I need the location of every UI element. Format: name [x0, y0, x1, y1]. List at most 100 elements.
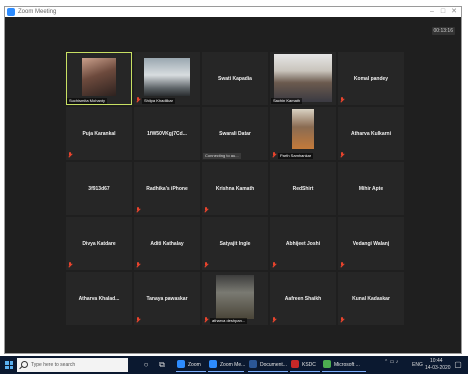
participant-video: [216, 275, 254, 319]
participant-tile[interactable]: Abhijeet Joshi: [270, 217, 336, 270]
muted-mic-icon: [204, 207, 208, 213]
participant-tile[interactable]: 3f913d67: [66, 162, 132, 215]
participant-tile[interactable]: Atharva Khalad...: [66, 272, 132, 325]
windows-start-icon[interactable]: [5, 361, 13, 369]
participant-name: Swarali Datar: [219, 130, 251, 137]
participant-name: Tanaya pawaskar: [146, 295, 188, 302]
participant-name: Atharva Khalad...: [78, 295, 120, 302]
participant-name: Satyajit Ingle: [219, 240, 251, 247]
app-icon: [291, 360, 299, 368]
app-icon: [177, 360, 185, 368]
taskbar-app-label: Document...: [260, 362, 287, 368]
participant-name: Puja Karankal: [82, 130, 116, 137]
maximize-button[interactable]: □: [438, 7, 448, 16]
muted-mic-icon: [136, 262, 140, 268]
participant-tile[interactable]: Sachin Kamath: [270, 52, 336, 105]
muted-mic-icon: [340, 152, 344, 158]
notification-icon[interactable]: ▢: [452, 359, 464, 371]
participant-tile[interactable]: 1fW50VKgj7Cd...: [134, 107, 200, 160]
participant-name: Aditi Kathalay: [150, 240, 184, 247]
muted-mic-icon: [68, 152, 72, 158]
participant-tile[interactable]: Shilpa Khadilkar: [134, 52, 200, 105]
participant-tile[interactable]: Atharva Kulkarni: [338, 107, 404, 160]
zoom-logo-icon: [7, 8, 15, 16]
participant-tile[interactable]: Satyajit Ingle: [202, 217, 268, 270]
search-icon: [21, 361, 28, 368]
participant-name: RedShirt: [292, 185, 314, 192]
meeting-timer: 00:13:16: [431, 27, 455, 35]
muted-mic-icon: [272, 317, 276, 323]
participant-tile[interactable]: Aditi Kathalay: [134, 217, 200, 270]
language-indicator[interactable]: ENG: [412, 362, 423, 368]
muted-mic-icon: [340, 97, 344, 103]
participant-name: 3f913d67: [88, 185, 110, 192]
taskbar-app-label: Microsoft ...: [334, 362, 360, 368]
participant-tile[interactable]: Radhika's iPhone: [134, 162, 200, 215]
participant-name: Mihir Apte: [358, 185, 384, 192]
window-title: Zoom Meeting: [18, 9, 57, 15]
participant-tile[interactable]: Puja Karankal: [66, 107, 132, 160]
tray-icons[interactable]: ⌃ ▭ ♪: [384, 359, 398, 365]
participant-gallery: Suchismita Mohanty Shilpa Khadilkar Swati …: [66, 52, 406, 326]
participant-tile[interactable]: Swarali Datar Connecting to au...: [202, 107, 268, 160]
participant-name: Krishna Kamath: [215, 185, 255, 192]
minimize-button[interactable]: –: [427, 7, 437, 16]
participant-name-label: atharva deshpan...: [210, 318, 248, 324]
participant-name-label: Sachin Kamath: [271, 98, 303, 104]
clock-time[interactable]: 10:44: [430, 358, 443, 364]
taskbar-app-label: Zoom: [188, 362, 201, 368]
participant-name: Komal pandey: [353, 75, 389, 82]
participant-name-label: Parth Samhankar: [278, 153, 314, 159]
participant-tile[interactable]: Krishna Kamath: [202, 162, 268, 215]
participant-video: [144, 58, 190, 96]
muted-mic-icon: [272, 262, 276, 268]
search-placeholder: Type here to search: [31, 362, 76, 368]
muted-mic-icon: [204, 317, 208, 323]
participant-name: Aafreen Shaikh: [284, 295, 322, 302]
taskbar-app[interactable]: Zoom: [176, 358, 206, 372]
participant-video: [82, 58, 116, 96]
participant-tile[interactable]: Tanaya pawaskar: [134, 272, 200, 325]
participant-video: [292, 109, 314, 149]
participant-name: Abhijeet Joshi: [285, 240, 321, 247]
taskbar-app[interactable]: Microsoft ...: [322, 358, 366, 372]
participant-tile[interactable]: Mihir Apte: [338, 162, 404, 215]
participant-tile[interactable]: Suchismita Mohanty: [66, 52, 132, 105]
muted-mic-icon: [204, 262, 208, 268]
task-view-icon[interactable]: ⧉: [156, 359, 168, 371]
participant-name: Atharva Kulkarni: [350, 130, 391, 137]
taskbar-app[interactable]: Zoom Me...: [208, 358, 246, 372]
participant-name: Swati Kapadia: [218, 75, 252, 82]
close-button[interactable]: ✕: [449, 7, 459, 16]
participant-tile[interactable]: Kunal Kadaskar: [338, 272, 404, 325]
app-icon: [323, 360, 331, 368]
participant-name: Divya Katdare: [82, 240, 116, 247]
taskbar-app[interactable]: KSDC: [290, 358, 320, 372]
muted-mic-icon: [136, 97, 140, 103]
participant-tile[interactable]: atharva deshpan...: [202, 272, 268, 325]
participant-name: 1fW50VKgj7Cd...: [147, 130, 187, 137]
muted-mic-icon: [340, 317, 344, 323]
taskbar-app[interactable]: Document...: [248, 358, 288, 372]
participant-tile[interactable]: Vedangi Walanj: [338, 217, 404, 270]
participant-tile[interactable]: Parth Samhankar: [270, 107, 336, 160]
participant-video: [274, 54, 332, 102]
participant-tile[interactable]: RedShirt: [270, 162, 336, 215]
participant-name-label: Suchismita Mohanty: [67, 98, 108, 104]
muted-mic-icon: [340, 262, 344, 268]
participant-name: Kunal Kadaskar: [352, 295, 390, 302]
participant-tile[interactable]: Divya Katdare: [66, 217, 132, 270]
title-bar: Zoom Meeting – □ ✕: [5, 7, 461, 17]
participant-tile[interactable]: Swati Kapadia: [202, 52, 268, 105]
clock-date[interactable]: 14-03-2020: [425, 365, 451, 371]
participant-name: Vedangi Walanj: [352, 240, 390, 247]
cortana-icon[interactable]: ○: [140, 359, 152, 371]
muted-mic-icon: [272, 152, 276, 158]
app-icon: [209, 360, 217, 368]
taskbar-search-box[interactable]: Type here to search: [17, 358, 128, 372]
participant-tile[interactable]: Komal pandey: [338, 52, 404, 105]
taskbar-app-label: Zoom Me...: [220, 362, 246, 368]
windows-taskbar: Type here to search ○ ⧉ Zoom Zoom Me... Do…: [0, 356, 468, 374]
participant-tile[interactable]: Aafreen Shaikh: [270, 272, 336, 325]
app-icon: [249, 360, 257, 368]
